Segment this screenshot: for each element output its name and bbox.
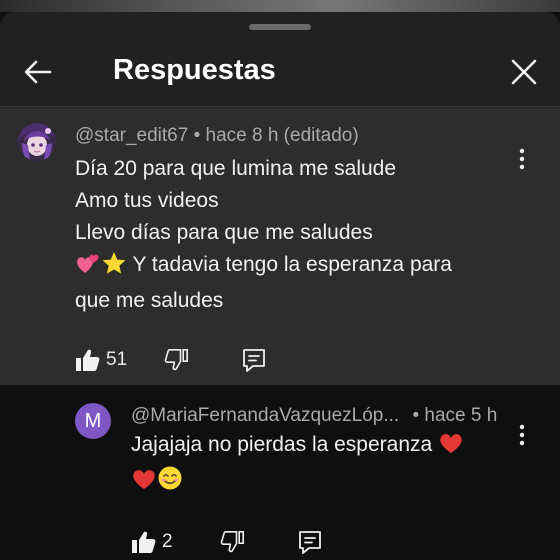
more-vert-icon[interactable] (510, 147, 534, 171)
back-arrow-icon[interactable] (20, 54, 56, 90)
like-count: 2 (162, 531, 173, 552)
reply-line-emojis (131, 465, 464, 501)
comment-actions: 51 (75, 347, 275, 373)
two-hearts-emoji (75, 251, 101, 285)
reply-text: Jajajaja no pierdas la esperanza (131, 429, 464, 501)
thumbs-up-icon[interactable] (131, 529, 157, 560)
video-strip (0, 0, 560, 12)
reply-time: • hace 5 h (412, 405, 498, 426)
comment-time: • hace 8 h (editado) (193, 125, 359, 146)
comment-line: que me saludes (75, 289, 224, 312)
reply-actions: 2 (131, 529, 331, 555)
comment-line: Llevo días para que me saludes (75, 221, 373, 244)
avatar[interactable]: M (75, 403, 111, 439)
star-emoji (101, 251, 127, 285)
comment-line: Y tadavia tengo la esperanza para (132, 253, 452, 276)
avatar[interactable] (18, 123, 56, 161)
more-vert-icon[interactable] (510, 423, 534, 447)
reply-icon[interactable] (297, 529, 323, 560)
replies-sheet: Respuestas @star_edit67 • hace 8 h (edit… (0, 12, 560, 560)
close-icon[interactable] (506, 54, 542, 90)
red-heart-emoji (438, 431, 464, 465)
comment-meta: @star_edit67 • hace 8 h (editado) (75, 123, 359, 149)
reply-meta: @MariaFernandaVazquezLóp... • hace 5 h (131, 403, 497, 429)
like-count: 51 (106, 349, 128, 370)
comment-line-with-emoji: Y tadavia tengo la esperanza para (75, 249, 452, 285)
thumbs-up-icon[interactable] (75, 347, 101, 378)
reply-comment: M @MariaFernandaVazquezLóp... • hace 5 h… (0, 385, 560, 560)
thumbs-down-icon[interactable] (219, 529, 245, 560)
reply-line: Jajajaja no pierdas la esperanza (131, 433, 433, 456)
reply-author[interactable]: @MariaFernandaVazquezLóp... (131, 405, 399, 426)
smiling-face-emoji (157, 465, 183, 501)
thumbs-down-icon[interactable] (163, 347, 189, 378)
drag-handle[interactable] (249, 24, 311, 30)
reply-line-with-emoji: Jajajaja no pierdas la esperanza (131, 429, 464, 465)
comment-line: Día 20 para que lumina me salude (75, 157, 397, 180)
page-title: Respuestas (113, 54, 276, 86)
comment-author[interactable]: @star_edit67 (75, 125, 188, 146)
comment-line: Amo tus videos (75, 189, 219, 212)
sheet-header: Respuestas (0, 36, 560, 106)
highlighted-comment: @star_edit67 • hace 8 h (editado) Día 20… (0, 107, 560, 385)
red-heart-emoji (131, 467, 157, 501)
comment-text: Día 20 para que lumina me salude Amo tus… (75, 153, 452, 317)
reply-icon[interactable] (241, 347, 267, 378)
